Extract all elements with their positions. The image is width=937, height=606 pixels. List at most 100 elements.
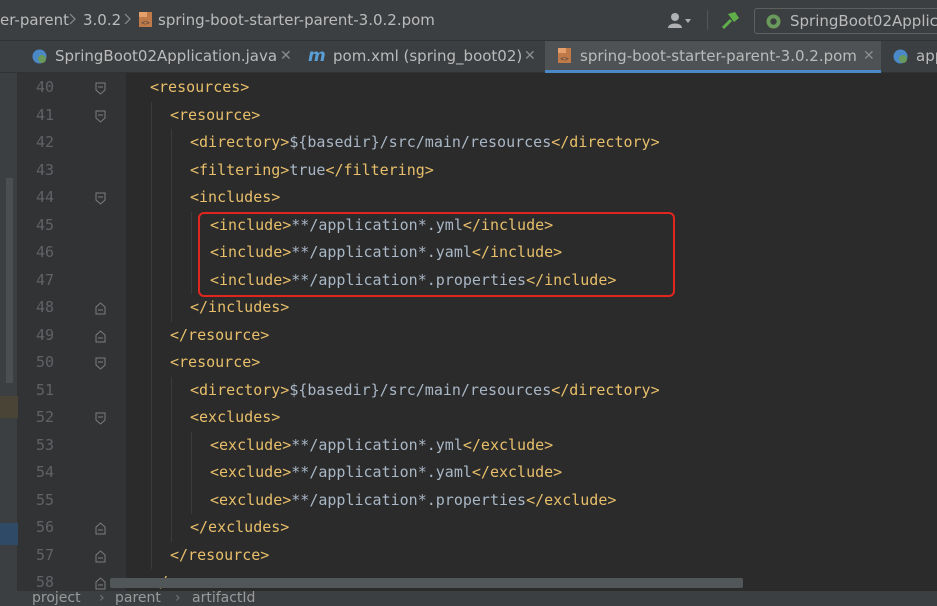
tool-window-scroll-thumb[interactable] — [6, 178, 13, 383]
run-configuration-selector[interactable]: SpringBoot02Applic — [754, 8, 937, 34]
fold-close-icon[interactable] — [95, 577, 106, 590]
xml-tag: </directory> — [551, 380, 660, 399]
line-number: 56 — [35, 518, 54, 536]
tab-spring-boot-starter-parent-pom[interactable]: <> spring-boot-starter-parent-3.0.2.pom … — [545, 41, 881, 73]
chevron-right-icon — [124, 13, 131, 25]
code-line[interactable]: <resource> — [170, 349, 260, 376]
code-line[interactable]: <resource> — [170, 102, 260, 129]
close-icon[interactable]: ✕ — [280, 41, 292, 72]
fold-open-icon[interactable] — [95, 82, 106, 95]
line-number: 40 — [35, 78, 54, 96]
xml-text: **/application*.yaml — [291, 463, 472, 481]
indent-guide — [191, 431, 192, 514]
code-line[interactable]: </resource> — [170, 542, 269, 569]
fold-close-icon[interactable] — [95, 522, 106, 535]
xml-text: ${basedir}/src/main/resources — [289, 380, 552, 399]
line-number: 53 — [35, 435, 54, 454]
line-number: 41 — [35, 105, 54, 124]
line-number: 58 — [35, 573, 54, 591]
line-number: 48 — [35, 298, 54, 316]
horizontal-scrollbar[interactable] — [110, 578, 743, 588]
breadcrumb-module[interactable]: er-parent — [0, 0, 69, 41]
tab-springboot02application-java[interactable]: SpringBoot02Application.java ✕ — [18, 41, 298, 72]
fold-open-icon[interactable] — [95, 192, 106, 205]
build-hammer-icon[interactable] — [719, 10, 741, 32]
code-line[interactable]: <exclude>**/application*.yaml</exclude> — [210, 459, 562, 486]
breadcrumb-project[interactable]: project — [32, 591, 81, 606]
fold-close-icon[interactable] — [95, 549, 106, 563]
pom-file-icon: <> — [139, 12, 152, 27]
xml-text: **/application*.yml — [291, 435, 463, 454]
fold-open-icon[interactable] — [95, 412, 106, 425]
xml-tag: <exclude> — [210, 490, 292, 509]
spring-class-icon — [766, 14, 781, 29]
xml-tag: </includes> — [190, 298, 290, 316]
code-line[interactable]: </resource> — [170, 322, 269, 349]
spring-class-icon — [32, 49, 47, 64]
line-number: 54 — [35, 463, 54, 481]
breadcrumb-file[interactable]: spring-boot-starter-parent-3.0.2.pom — [158, 0, 435, 41]
xml-tag: </excludes> — [190, 518, 290, 536]
code-line[interactable]: <filtering>true</filtering> — [190, 157, 434, 184]
tab-pom-xml[interactable]: m pom.xml (spring_boot02) ✕ — [298, 41, 543, 72]
highlight-annotation-box — [198, 212, 675, 297]
xml-tag: <directory> — [190, 380, 290, 399]
indent-guide — [171, 129, 172, 322]
breadcrumb-artifactid[interactable]: artifactId — [192, 591, 255, 606]
code-line[interactable]: </includes> — [190, 294, 289, 321]
breadcrumb-version[interactable]: 3.0.2 — [83, 0, 121, 41]
chevron-right-icon — [69, 13, 76, 25]
code-line[interactable]: <resources> — [150, 74, 249, 101]
toolbar-divider — [707, 10, 708, 30]
close-icon[interactable]: ✕ — [863, 41, 875, 72]
tab-label: SpringBoot02Application.java — [55, 47, 278, 65]
xml-text: ${basedir}/src/main/resources — [289, 133, 552, 151]
indent-guide — [151, 101, 152, 569]
user-icon[interactable] — [666, 11, 692, 31]
xml-tag: <exclude> — [210, 463, 292, 481]
fold-open-icon[interactable] — [95, 110, 106, 123]
line-number: 42 — [35, 133, 54, 151]
xml-tag: <resources> — [150, 78, 250, 96]
tool-window-strip — [0, 73, 18, 606]
fold-close-icon[interactable] — [95, 329, 106, 343]
xml-tag: <resource> — [170, 105, 261, 124]
fold-close-icon[interactable] — [95, 302, 106, 315]
code-line[interactable]: <includes> — [190, 184, 280, 211]
xml-tag: <includes> — [190, 188, 281, 206]
xml-tag: <resource> — [170, 353, 261, 371]
tab-app-overflow[interactable]: app — [883, 41, 937, 72]
indent-guide — [191, 211, 192, 294]
code-line[interactable]: <directory>${basedir}/src/main/resources… — [190, 129, 660, 156]
line-number: 45 — [35, 215, 54, 234]
xml-text: true — [289, 160, 326, 179]
fold-open-icon[interactable] — [95, 357, 106, 370]
chevron-right-icon: › — [99, 591, 105, 606]
xml-tag: </resource> — [170, 325, 270, 344]
bookmark-marker — [0, 396, 18, 418]
svg-text:<>: <> — [560, 55, 568, 63]
xml-text: **/application*.properties — [291, 490, 527, 509]
active-tab-indicator — [545, 70, 881, 73]
tab-label: pom.xml (spring_boot02) — [333, 47, 523, 65]
editor-tab-bar: SpringBoot02Application.java ✕ m pom.xml… — [0, 41, 937, 73]
xml-tag: </exclude> — [462, 435, 554, 454]
code-line[interactable]: <exclude>**/application*.yml</exclude> — [210, 432, 553, 459]
xml-tag: </filtering> — [325, 160, 434, 179]
xml-tag: </directory> — [551, 133, 660, 151]
line-number: 51 — [35, 380, 54, 399]
line-number: 47 — [35, 270, 54, 289]
spring-class-icon — [893, 49, 908, 64]
line-number: 43 — [35, 160, 54, 179]
xml-tag: <exclude> — [210, 435, 292, 454]
tab-label: app — [916, 47, 937, 65]
breadcrumb-parent[interactable]: parent — [115, 591, 161, 606]
line-number: 46 — [35, 243, 54, 261]
code-line[interactable]: <exclude>**/application*.properties</exc… — [210, 487, 616, 514]
close-icon[interactable]: ✕ — [524, 41, 536, 72]
line-number: 49 — [35, 325, 54, 344]
code-line[interactable]: </excludes> — [190, 514, 289, 541]
code-line[interactable]: <excludes> — [190, 404, 280, 431]
svg-text:<>: <> — [141, 19, 149, 27]
code-line[interactable]: <directory>${basedir}/src/main/resources… — [190, 377, 660, 404]
